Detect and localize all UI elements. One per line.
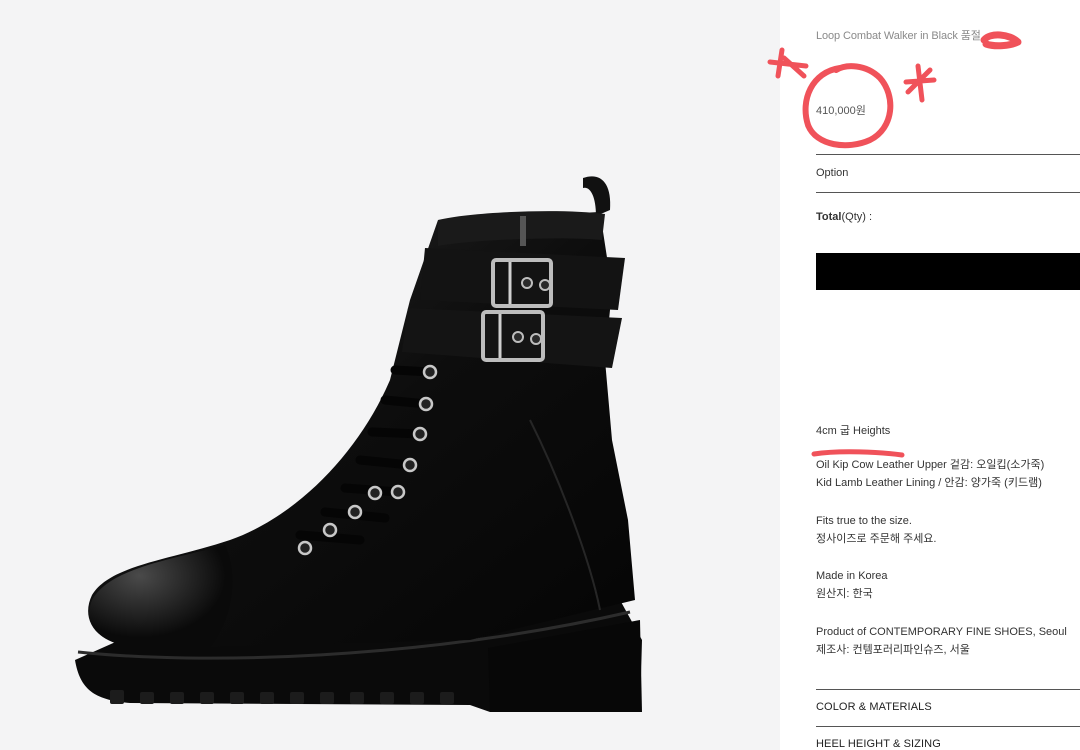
maker-text: Product of CONTEMPORARY FINE SHOES, Seou… [816, 623, 1067, 659]
fit-text: Fits true to the size. 정사이즈로 주문해 주세요. [816, 512, 937, 548]
material-line: Oil Kip Cow Leather Upper 겉감: 오일킵(소가죽) [816, 459, 1045, 471]
heel-height-text: 4cm 굽 Heights [816, 425, 891, 437]
total-label: Total [816, 211, 842, 223]
materials-text: Oil Kip Cow Leather Upper 겉감: 오일킵(소가죽) K… [816, 456, 1044, 492]
divider [816, 726, 1080, 727]
fit-line: 정사이즈로 주문해 주세요. [816, 533, 937, 545]
origin-text: Made in Korea 원산지: 한국 [816, 567, 888, 603]
heel-sizing-toggle[interactable]: HEEL HEIGHT & SIZING [816, 738, 941, 750]
total-suffix: (Qty) : [841, 211, 873, 223]
maker-line: Product of CONTEMPORARY FINE SHOES, Seou… [816, 626, 1067, 638]
material-line: Kid Lamb Leather Lining / 안감: 양가죽 (키드램) [816, 477, 1042, 489]
product-price: 410,000원 [816, 105, 866, 117]
origin-line: Made in Korea [816, 570, 888, 582]
product-image [0, 0, 780, 750]
color-materials-toggle[interactable]: COLOR & MATERIALS [816, 701, 932, 713]
buy-button[interactable] [816, 253, 1080, 290]
total-quantity: Total(Qty) : [816, 211, 872, 223]
boot-icon [75, 176, 642, 712]
divider [816, 192, 1080, 193]
product-info-panel: Loop Combat Walker in Black 품절 410,000원 … [780, 0, 1080, 750]
fit-line: Fits true to the size. [816, 515, 912, 527]
product-name: Loop Combat Walker in Black 품절 [816, 30, 981, 42]
divider [816, 154, 1080, 155]
maker-line: 제조사: 컨템포러리파인슈즈, 서울 [816, 644, 970, 656]
divider [816, 689, 1080, 690]
origin-line: 원산지: 한국 [816, 588, 873, 600]
option-label[interactable]: Option [816, 167, 848, 179]
